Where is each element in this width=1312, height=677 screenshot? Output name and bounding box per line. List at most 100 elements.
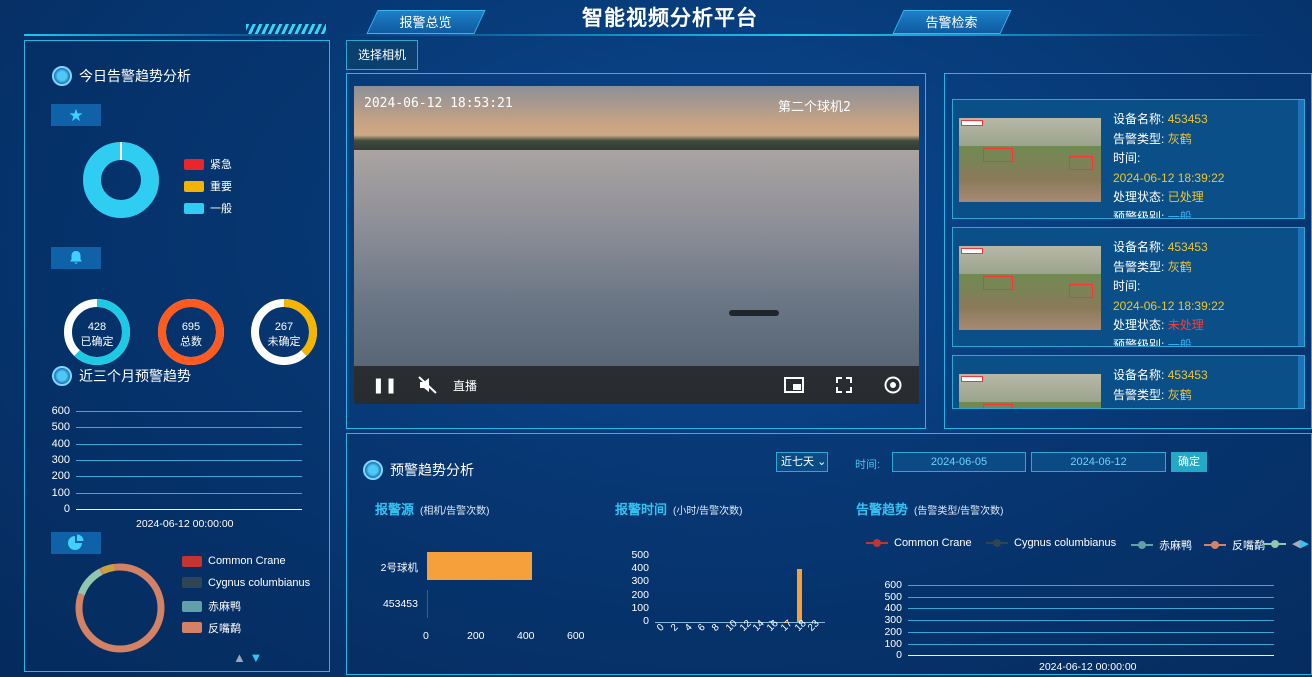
alarm-scrollbar[interactable] — [1298, 228, 1304, 346]
time-bar[interactable] — [796, 569, 802, 622]
species-legend-item[interactable]: Cygnus columbianus — [182, 577, 310, 589]
alarm-scrollbar[interactable] — [1298, 356, 1304, 408]
grid-line — [908, 655, 1274, 657]
legend-next-icon[interactable]: ▶ — [1300, 537, 1308, 550]
video-player[interactable]: 2024-06-12 18:53:21 第二个球机2 — [354, 86, 919, 404]
legend-swatch — [184, 202, 204, 214]
species-legend-item[interactable]: 赤麻鸭 — [182, 598, 241, 614]
species-legend-item[interactable]: 反嘴鹬 — [182, 620, 241, 636]
alarm-card[interactable]: 设备名称: 453453 告警类型: 灰鹤 时间: 2024-06-12 18:39:… — [952, 227, 1305, 347]
time-chart-title: 报警时间 (小时/告警次数) — [615, 499, 742, 518]
trend-legend-label: Cygnus columbianus — [1014, 537, 1117, 549]
header-stripes — [246, 24, 326, 34]
alarm-scrollbar[interactable] — [1298, 100, 1304, 218]
grid-line — [908, 608, 1274, 610]
alarm-card[interactable]: 设备名称: 453453 告警类型: 灰鹤 时间: 2024-06-12 18:39:… — [952, 99, 1305, 219]
alarm-card[interactable]: 设备名称: 453453 告警类型: 灰鹤 — [952, 355, 1305, 409]
header-left-accent — [24, 34, 324, 36]
alarm-type-value: 灰鹤 — [1167, 131, 1192, 146]
page-title: 智能视频分析平台 — [582, 7, 758, 30]
alarm-thumbnail[interactable] — [959, 118, 1101, 202]
alarm-status-value: 已处理 — [1167, 190, 1204, 204]
stat-value: 428 — [87, 321, 107, 333]
trend-y-tick: 600 — [884, 579, 902, 591]
trend-legend-item[interactable]: 赤麻鸭 — [1131, 537, 1192, 553]
alarm-field-label: 处理状态: — [1113, 190, 1165, 204]
video-camera-name: 第二个球机2 — [778, 100, 851, 115]
time-x-tick: 6 — [696, 622, 708, 634]
alarm-status-row: 处理状态: 未处理 — [1113, 316, 1224, 336]
thumb-bbox — [961, 376, 983, 382]
alarm-device-value: 453453 — [1167, 368, 1208, 382]
source-x-tick: 200 — [467, 630, 485, 642]
grid-line — [908, 585, 1274, 586]
source-bar[interactable] — [427, 590, 429, 618]
alarm-device-row: 设备名称: 453453 — [1113, 238, 1224, 258]
alarm-thumbnail[interactable] — [959, 246, 1101, 330]
range-select[interactable]: 近七天 ⌄ — [776, 452, 828, 472]
bell-icon — [70, 251, 82, 264]
grid-line — [908, 596, 1274, 598]
trend-legend-more[interactable]: ◀ ▶ — [1264, 537, 1309, 550]
three-month-x-label: 2024-06-12 00:00:00 — [136, 518, 234, 530]
alarm-field-label: 设备名称: — [1113, 240, 1165, 254]
snapshot-icon[interactable] — [884, 376, 902, 394]
stat-label: 未确定 — [267, 336, 301, 348]
source-sub-text: (相机/告警次数) — [420, 506, 490, 517]
trend-chart: 600 500 400 300 200 100 0 2024-06-12 00:00:00 — [866, 578, 1286, 676]
stat-label: 总数 — [180, 336, 202, 348]
trend-y-tick: 400 — [884, 602, 902, 615]
trend-y-tick: 200 — [884, 625, 902, 638]
alarm-level-value: 一般 — [1167, 337, 1192, 347]
nav-alarm-search[interactable]: 告警检索 — [892, 10, 1012, 34]
header-line — [340, 34, 1270, 36]
fullscreen-icon[interactable] — [836, 377, 852, 393]
trend-legend-item[interactable]: 反嘴鹬 — [1204, 537, 1265, 553]
source-category-label: 453453 — [382, 598, 418, 610]
pie-tag — [51, 532, 101, 554]
mute-icon[interactable] — [418, 376, 438, 394]
pause-icon[interactable]: ❚❚ — [372, 376, 397, 394]
time-x-tick: 23 — [806, 618, 822, 634]
source-bar[interactable] — [427, 552, 532, 580]
thumb-bbox — [961, 120, 983, 126]
trend-chart-title: 告警趋势 (告警类型/告警次数) — [856, 499, 1003, 518]
trend-legend-item[interactable]: Cygnus columbianus — [986, 537, 1116, 549]
date-from-input[interactable]: 2024-06-05 — [892, 452, 1026, 472]
page-up-icon[interactable]: ▲ — [233, 650, 246, 665]
species-donut-segment — [75, 563, 165, 653]
nav-alarm-overview[interactable]: 报警总览 — [366, 10, 486, 34]
alarm-thumbnail[interactable] — [959, 374, 1101, 408]
date-to-input[interactable]: 2024-06-12 — [1031, 452, 1166, 472]
select-camera-button[interactable]: 选择相机 — [346, 40, 418, 70]
source-x-tick: 400 — [517, 630, 535, 642]
trend-sub-text: (告警类型/告警次数) — [914, 506, 1004, 517]
species-donut — [75, 563, 165, 653]
section-dot-icon — [52, 366, 72, 386]
species-legend-item[interactable]: Common Crane — [182, 555, 286, 567]
alarm-info: 设备名称: 453453 告警类型: 灰鹤 时间: 2024-06-12 18:39:… — [1113, 110, 1224, 218]
section-dot-icon — [363, 460, 383, 480]
alarm-type-value: 灰鹤 — [1167, 387, 1192, 402]
time-y-tick: 0 — [643, 615, 649, 627]
species-legend-label: Cygnus columbianus — [208, 576, 311, 589]
legend-marker — [1264, 539, 1286, 548]
confirm-button[interactable]: 确定 — [1171, 452, 1207, 472]
page-down-icon[interactable]: ▼ — [250, 650, 263, 665]
trend-legend-item[interactable]: Common Crane — [866, 537, 972, 549]
video-controls: ❚❚ 直播 — [354, 366, 919, 404]
time-x-tick: 8 — [710, 622, 722, 634]
time-y-tick: 400 — [631, 562, 649, 575]
source-chart: 2号球机 453453 0 200 400 600 — [360, 540, 600, 650]
alarm-field-label: 设备名称: — [1113, 368, 1165, 382]
section-dot-icon — [52, 66, 72, 86]
legend-prev-icon[interactable]: ◀ — [1292, 537, 1300, 550]
pip-icon[interactable] — [784, 377, 804, 393]
alarm-device-row: 设备名称: 453453 — [1113, 110, 1224, 130]
trend-legend-label: 赤麻鸭 — [1159, 540, 1192, 552]
stat-value: 267 — [274, 321, 294, 333]
time-y-tick: 300 — [631, 575, 649, 588]
trend-title-text: 告警趋势 — [856, 502, 909, 517]
y-tick-label: 300 — [51, 453, 70, 466]
pie-chart-icon — [68, 534, 84, 550]
